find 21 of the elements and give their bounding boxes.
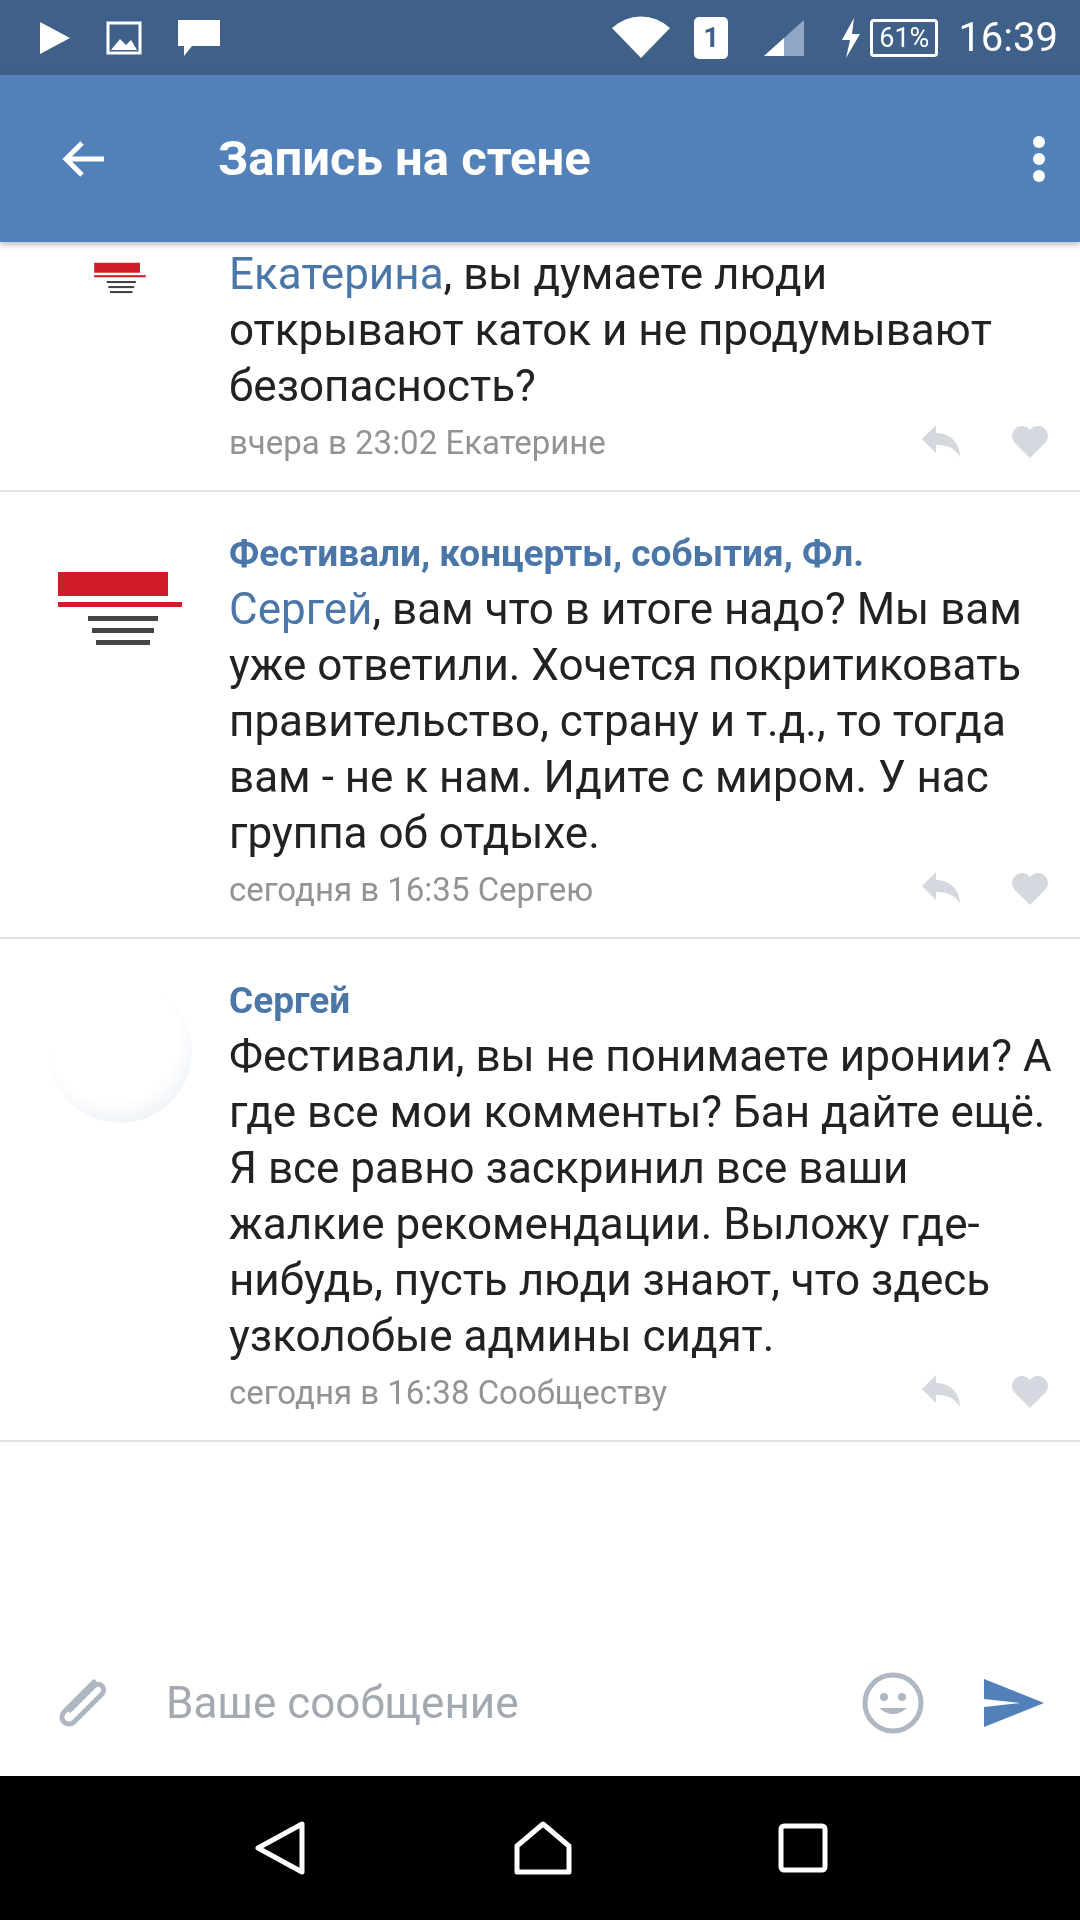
comment-text: Сергей, вам что в итоге надо? Мы вам уже ответили. Хочется покритиковать правительство, страну и т.д., то тогда вам - не к нам. Идите с миром. У нас группа об отдыхе. bbox=[229, 582, 1023, 861]
charging-icon bbox=[840, 17, 863, 58]
comment-author[interactable]: Сергей bbox=[229, 979, 351, 1022]
signal-icon bbox=[762, 17, 807, 58]
comment-text: Екатерина, вы думаете люди открывают каток и не продумывают безопасность? bbox=[229, 247, 993, 414]
mention-link[interactable]: Екатерина bbox=[229, 248, 444, 300]
more-menu-icon[interactable] bbox=[1032, 134, 1046, 183]
page-title: Запись на стене bbox=[218, 130, 592, 187]
mention-link[interactable]: Сергей bbox=[229, 583, 373, 635]
comment-timestamp: вчера в 23:02 Екатерине bbox=[229, 422, 607, 462]
message-icon bbox=[176, 17, 222, 58]
clock: 16:39 bbox=[958, 14, 1058, 61]
play-icon bbox=[38, 19, 72, 56]
comment-text: Фестивали, вы не понимаете иронии? А где все мои комменты? Бан дайте ещё. Я все равно заскринил все ваши жалкие рекомендации. Выложу где-нибудь, пусть люди знают, что здесь узколобые админы сидят. bbox=[229, 1029, 1053, 1364]
comment-timestamp: сегодня в 16:35 Сергею bbox=[229, 869, 595, 909]
battery-level: 61% bbox=[870, 18, 939, 57]
wifi-icon bbox=[612, 15, 671, 60]
comment-timestamp: сегодня в 16:38 Сообществу bbox=[229, 1372, 669, 1412]
image-icon bbox=[106, 20, 142, 55]
sim-indicator: 1 bbox=[694, 16, 729, 59]
comment-author[interactable]: Фестивали, концерты, события, Фл. bbox=[229, 532, 864, 575]
